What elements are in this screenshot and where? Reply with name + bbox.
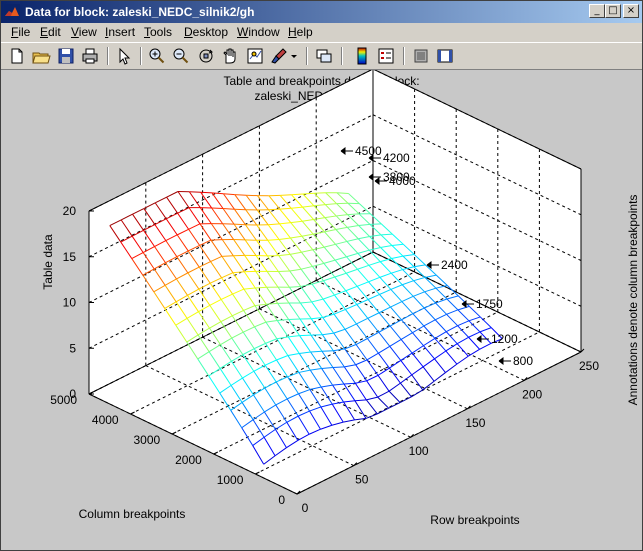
save-icon[interactable]	[56, 46, 76, 66]
x-tick-label: 150	[465, 416, 485, 430]
column-breakpoint-annotation: 4200	[383, 151, 410, 165]
menu-bar: File Edit View Insert Tools Desktop Wind…	[1, 23, 642, 42]
open-file-icon[interactable]	[31, 46, 51, 66]
new-figure-icon[interactable]	[7, 46, 27, 66]
column-breakpoint-annotation: 1200	[491, 332, 518, 346]
menu-desktop[interactable]: Desktop	[184, 25, 228, 40]
column-breakpoint-annotation: 4500	[355, 144, 382, 158]
x-tick-label: 0	[302, 501, 309, 515]
zoom-in-icon[interactable]	[147, 46, 167, 66]
menu-view[interactable]: View	[71, 25, 97, 40]
menu-help[interactable]: Help	[288, 25, 313, 40]
x-tick-label: 250	[579, 359, 599, 373]
column-breakpoint-annotation: 1750	[476, 297, 503, 311]
brush-dropdown-icon[interactable]	[289, 46, 299, 66]
matlab-app-icon	[4, 4, 20, 20]
surface-mesh-segment	[299, 334, 312, 337]
y-tick-label: 0	[278, 493, 285, 507]
z-tick-label: 15	[63, 250, 77, 264]
y-tick-label: 2000	[175, 453, 202, 467]
column-breakpoint-annotation: 2400	[441, 258, 468, 272]
x-tick-label: 100	[409, 444, 429, 458]
surface-mesh-segment	[255, 286, 267, 289]
plot-area: Table and breakpoints data for block: za…	[1, 70, 642, 550]
figure-toolbar	[1, 42, 642, 70]
brush-icon[interactable]	[269, 46, 289, 66]
toolbar-separator	[140, 47, 142, 65]
surface-mesh-segment	[234, 223, 246, 226]
surface-mesh-segment	[332, 366, 345, 369]
colorbar-icon[interactable]	[352, 46, 372, 66]
y-axis-label: Column breakpoints	[79, 507, 186, 521]
y-tick-label: 1000	[217, 473, 244, 487]
toolbar-separator	[403, 47, 405, 65]
window-title: Data for block: zaleski_NEDC_silnik2/gh	[25, 5, 255, 19]
surface-mesh-segment	[221, 255, 234, 257]
figure-window: Data for block: zaleski_NEDC_silnik2/gh …	[0, 0, 643, 551]
y-tick-label: 4000	[92, 413, 119, 427]
surface-mesh-segment	[211, 207, 224, 210]
z-tick-label: 10	[63, 296, 77, 310]
menu-edit[interactable]: Edit	[40, 25, 61, 40]
edit-plot-arrow-icon[interactable]	[114, 46, 134, 66]
data-cursor-icon[interactable]	[245, 46, 265, 66]
surface-mesh-segment	[200, 191, 213, 194]
x-axis-label: Row breakpoints	[430, 513, 519, 527]
surface-mesh-segment	[234, 208, 246, 211]
menu-tools[interactable]: Tools	[144, 25, 172, 40]
show-plot-tools-icon[interactable]	[435, 46, 455, 66]
menu-insert[interactable]: Insert	[105, 25, 135, 40]
toolbar-separator	[341, 47, 343, 65]
rotate-3d-icon[interactable]	[196, 46, 216, 66]
z-tick-label: 5	[69, 341, 76, 355]
menu-file[interactable]: File	[11, 25, 30, 40]
z-tick-label: 0	[69, 387, 76, 401]
maximize-button[interactable]: □	[605, 4, 621, 18]
x-tick-label: 50	[355, 473, 369, 487]
toolbar-separator	[107, 47, 109, 65]
surface-mesh-segment	[223, 208, 235, 210]
z-axis-label: Table data	[41, 234, 55, 290]
surface-mesh-segment	[280, 194, 292, 196]
legend-icon[interactable]	[376, 46, 396, 66]
surface-mesh-segment	[336, 192, 349, 194]
surface-mesh-segment	[268, 208, 280, 211]
column-breakpoint-annotation: 4000	[389, 174, 416, 188]
surface-mesh-segment	[234, 194, 247, 196]
zoom-out-icon[interactable]	[171, 46, 191, 66]
link-plot-icon[interactable]	[314, 46, 334, 66]
z-tick-label: 20	[63, 204, 77, 218]
print-icon[interactable]	[80, 46, 100, 66]
x-tick-label: 200	[522, 387, 542, 401]
close-button[interactable]: ×	[623, 4, 639, 18]
toolbar-separator	[306, 47, 308, 65]
pan-icon[interactable]	[220, 46, 240, 66]
title-bar[interactable]: Data for block: zaleski_NEDC_silnik2/gh …	[1, 1, 642, 23]
minimize-button[interactable]: _	[589, 4, 605, 18]
surface-plot[interactable]: 0501001502002500100020003000400050000510…	[1, 70, 642, 550]
hide-plot-tools-icon[interactable]	[411, 46, 431, 66]
right-axis-annotation-label: Annotations denote column breakpoints	[626, 195, 640, 406]
y-tick-label: 3000	[133, 433, 160, 447]
menu-window[interactable]: Window	[237, 25, 280, 40]
column-breakpoint-annotation: 800	[513, 354, 533, 368]
